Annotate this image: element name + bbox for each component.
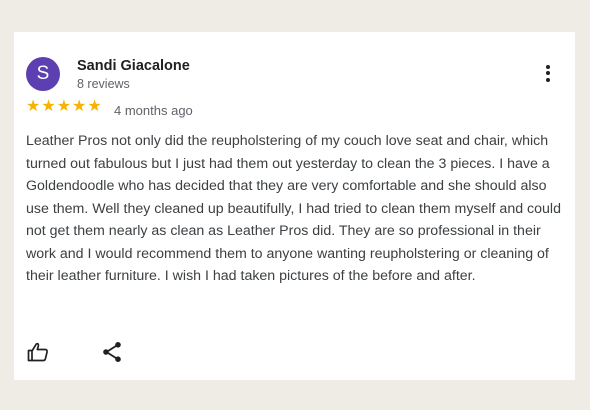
reviewer-name[interactable]: Sandi Giacalone xyxy=(77,58,190,74)
share-icon xyxy=(103,342,121,362)
review-time: 4 months ago xyxy=(114,103,193,118)
thumbs-up-icon xyxy=(27,342,49,362)
star-icon: ★ xyxy=(72,98,87,115)
star-icon: ★ xyxy=(56,98,72,115)
star-rating: ★ ★ ★ ★ ★ xyxy=(26,98,102,116)
review-text: Leather Pros not only did the reupholste… xyxy=(26,133,561,284)
star-icon: ★ xyxy=(41,98,56,115)
review-count: 8 reviews xyxy=(77,77,130,91)
star-icon: ★ xyxy=(26,98,41,115)
avatar[interactable]: S xyxy=(26,57,60,91)
review-card: S Sandi Giacalone 8 reviews ★ ★ ★ ★ ★ 4 mont… xyxy=(14,32,575,380)
like-button[interactable] xyxy=(26,340,50,364)
star-icon: ★ xyxy=(87,98,102,115)
more-options-icon[interactable] xyxy=(538,62,558,86)
share-button[interactable] xyxy=(100,340,124,364)
